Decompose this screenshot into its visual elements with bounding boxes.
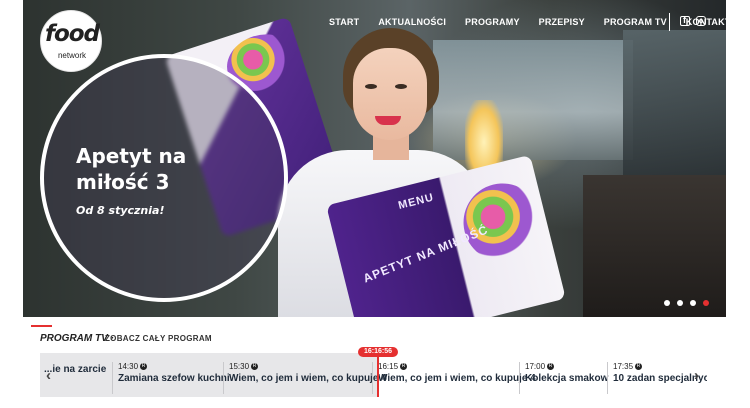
slot-time: 17:35 R	[613, 362, 643, 371]
promo-subtitle: Od 8 stycznia!	[76, 204, 165, 217]
program-tv-title: PROGRAM TV	[40, 333, 108, 344]
background-lamp	[465, 100, 503, 170]
slot-time: 14:30 R	[118, 362, 148, 371]
host-eye-right	[395, 84, 407, 89]
nav-przepisy[interactable]: PRZEPISY	[539, 17, 585, 27]
slot-title: Wiem, co jem i wiem, co kupuje 4	[378, 373, 536, 384]
schedule-slot[interactable]: 14:30 R Zamiana szefow kuchni	[112, 362, 230, 394]
nav-programy[interactable]: PROGRAMY	[465, 17, 520, 27]
current-time-line	[377, 353, 379, 397]
nav-divider	[669, 13, 670, 31]
slot-title: ...ie na zarcie	[44, 364, 107, 375]
nav-aktualnosci[interactable]: AKTUALNOŚCI	[378, 17, 446, 27]
see-full-program-link[interactable]: ZOBACZ CAŁY PROGRAM	[105, 334, 212, 343]
carousel-dot-1[interactable]	[664, 300, 670, 306]
background-window-right	[623, 30, 726, 180]
facebook-icon[interactable]: f	[680, 15, 690, 26]
host-eye-left	[365, 84, 377, 89]
schedule-slot[interactable]: 17:35 R 10 zadan specjalnych	[607, 362, 707, 394]
chevron-left-icon[interactable]: ‹	[46, 367, 51, 384]
instagram-icon[interactable]	[696, 16, 706, 26]
host-face	[353, 48, 427, 140]
logo-wordmark: food	[44, 21, 100, 47]
rating-icon: R	[140, 363, 148, 370]
menu-card-label: MENU	[397, 191, 436, 212]
chevron-right-icon[interactable]: ›	[694, 367, 699, 384]
rating-icon: R	[547, 363, 555, 370]
slot-title: Wiem, co jem i wiem, co kupuje 4	[229, 373, 387, 384]
carousel-dot-4-active[interactable]	[703, 300, 709, 306]
schedule-slot[interactable]: 15:30 R Wiem, co jem i wiem, co kupuje 4	[223, 362, 387, 394]
tv-schedule-strip: ...ie na zarcie 14:30 R Zamiana szefow ku…	[40, 347, 712, 397]
nav-kontakt[interactable]: KONTAKT	[686, 17, 731, 27]
nav-program-tv[interactable]: PROGRAM TV	[604, 17, 667, 27]
slot-time: 17:00 R	[525, 362, 555, 371]
logo-subtext: network	[57, 51, 86, 60]
carousel-dot-2[interactable]	[677, 300, 683, 306]
food-network-logo[interactable]: food network	[40, 10, 102, 72]
program-tv-heading: PROGRAM TV ·	[40, 333, 114, 344]
carousel-dot-3[interactable]	[690, 300, 696, 306]
nav-start[interactable]: START	[329, 17, 359, 27]
rating-icon: R	[400, 363, 408, 370]
slot-time: 16:15 R	[378, 362, 408, 371]
promo-title[interactable]: Apetyt na miłość 3	[76, 143, 246, 195]
section-accent-bar	[31, 325, 52, 327]
rating-icon: R	[251, 363, 259, 370]
slot-title: Kolekcja smakow	[525, 373, 609, 384]
background-window	[433, 40, 633, 160]
slot-time: 15:30 R	[229, 362, 259, 371]
current-time-badge: 16:16:56	[358, 347, 398, 357]
menu-card-title: APETYT NA MIŁOŚĆ	[361, 222, 491, 286]
carousel-dots	[664, 300, 709, 306]
slot-title: Zamiana szefow kuchni	[118, 373, 230, 384]
rating-icon: R	[635, 363, 643, 370]
background-table	[583, 175, 726, 317]
schedule-slot-current[interactable]: 16:15 R Wiem, co jem i wiem, co kupuje 4	[372, 362, 536, 394]
flower-illustration	[455, 175, 550, 270]
slot-title: 10 zadan specjalnych	[613, 373, 707, 384]
schedule-slot[interactable]: 17:00 R Kolekcja smakow	[519, 362, 608, 394]
